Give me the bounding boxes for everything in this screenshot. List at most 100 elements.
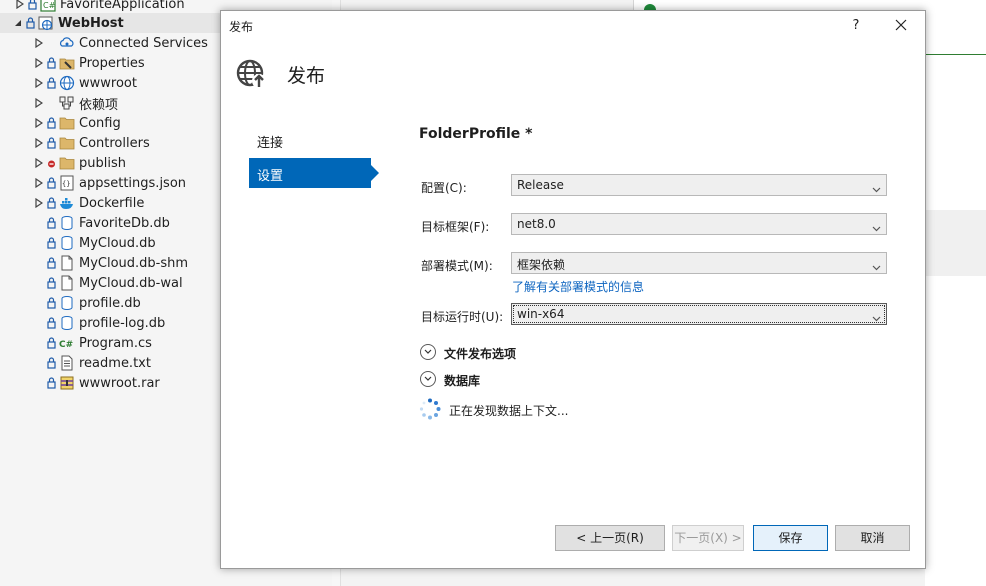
save-button[interactable]: 保存 (753, 525, 828, 551)
framework-label: 目标框架(F): (421, 220, 490, 234)
lock-icon (47, 197, 56, 209)
previous-button[interactable]: < 上一页(R) (555, 525, 665, 551)
file-publish-options-expander[interactable]: 文件发布选项 (420, 343, 660, 363)
expand-arrow-icon[interactable] (16, 0, 24, 9)
file-icon (59, 275, 75, 291)
deploy-mode-learn-more-link[interactable]: 了解有关部署模式的信息 (512, 278, 644, 295)
help-button[interactable]: ? (844, 14, 868, 38)
nav-item-settings[interactable]: 设置 (249, 158, 379, 188)
expand-arrow-icon[interactable] (35, 38, 43, 48)
csharp-file-icon: C# (59, 335, 75, 351)
cancel-button[interactable]: 取消 (835, 525, 910, 551)
archive-icon (59, 375, 75, 391)
tree-item-label: Connected Services (79, 35, 208, 51)
csharp-project-icon: C# (40, 0, 56, 12)
lock-icon (47, 137, 56, 149)
expand-arrow-icon[interactable] (35, 158, 43, 168)
tree-item-label: publish (79, 155, 126, 171)
svg-text:{}: {} (62, 180, 70, 188)
chevron-down-icon (872, 260, 881, 275)
tree-item-label: MyCloud.db (79, 235, 156, 251)
deploy-mode-label: 部署模式(M): (421, 259, 493, 273)
file-icon (59, 255, 75, 271)
dialog-header-title: 发布 (287, 65, 326, 87)
folder-icon (59, 155, 75, 171)
json-file-icon: {} (59, 175, 75, 191)
tree-item-label: WebHost (58, 15, 124, 31)
chevron-down-icon (872, 182, 881, 197)
folder-icon (59, 115, 75, 131)
tree-item-label: MyCloud.db-wal (79, 275, 183, 291)
expand-arrow-icon[interactable] (35, 78, 43, 88)
tree-item-label: 依赖项 (79, 97, 119, 113)
expand-arrow-icon[interactable] (35, 178, 43, 188)
publish-dialog: 发布 ? 发布 连接 设置 FolderProfile * 配置(C): Rel… (220, 10, 926, 569)
tree-item-label: wwwroot.rar (79, 375, 160, 391)
tree-item-label: Program.cs (79, 335, 152, 351)
expander-label: 数据库 (444, 374, 481, 388)
database-expander[interactable]: 数据库 (420, 370, 660, 390)
lock-icon (26, 17, 35, 29)
dialog-title: 发布 (229, 20, 254, 34)
tree-item-label: profile-log.db (79, 315, 166, 331)
tree-item-label: MyCloud.db-shm (79, 255, 189, 271)
lock-icon (47, 217, 56, 229)
svg-text:C#: C# (43, 1, 56, 10)
close-button[interactable] (889, 14, 913, 38)
framework-select[interactable]: net8.0 (511, 213, 887, 235)
collapse-arrow-icon[interactable] (14, 18, 22, 28)
runtime-label: 目标运行时(U): (421, 310, 504, 324)
docker-icon (59, 195, 75, 211)
tree-item-label: FavoriteApplication (60, 0, 185, 12)
excluded-icon (47, 157, 56, 169)
expand-arrow-icon[interactable] (35, 138, 43, 148)
tree-item-label: FavoriteDb.db (79, 215, 170, 231)
expand-chevron-icon (420, 344, 436, 360)
expand-arrow-icon[interactable] (35, 198, 43, 208)
web-project-icon (38, 15, 54, 31)
background-panel (925, 0, 986, 586)
lock-icon (47, 357, 56, 369)
runtime-select[interactable]: win-x64 (511, 303, 887, 325)
deploy-mode-select[interactable]: 框架依赖 (511, 252, 887, 274)
expand-arrow-icon[interactable] (35, 118, 43, 128)
deploy-mode-value: 框架依赖 (517, 258, 566, 272)
lock-icon (47, 57, 56, 69)
loading-spinner-icon (419, 398, 441, 420)
lock-icon (47, 337, 56, 349)
expand-arrow-icon[interactable] (35, 58, 43, 68)
config-label: 配置(C): (421, 181, 467, 195)
svg-text:C#: C# (59, 340, 73, 350)
runtime-value: win-x64 (517, 307, 565, 321)
lock-icon (47, 377, 56, 389)
publish-globe-icon (235, 56, 269, 90)
close-icon (895, 19, 907, 31)
database-file-icon (59, 295, 75, 311)
discovering-data-context-text: 正在发现数据上下文... (449, 404, 569, 418)
expand-arrow-icon[interactable] (35, 98, 43, 108)
dependencies-icon (59, 95, 75, 111)
tree-item-label: profile.db (79, 295, 141, 311)
tree-item-label: appsettings.json (79, 175, 187, 191)
lock-icon (47, 317, 56, 329)
lock-icon (47, 237, 56, 249)
tree-item-label: Properties (79, 55, 145, 71)
tree-item-label: Controllers (79, 135, 150, 151)
nav-item-label: 设置 (257, 169, 284, 184)
nav-item-connect[interactable]: 连接 (249, 131, 387, 157)
background-panel-section (925, 210, 986, 276)
tree-item-label: readme.txt (79, 355, 151, 371)
framework-value: net8.0 (517, 217, 556, 231)
lock-icon (28, 0, 37, 10)
config-select[interactable]: Release (511, 174, 887, 196)
globe-icon (59, 75, 75, 91)
tree-item-label: Config (79, 115, 121, 131)
tree-item-label: Dockerfile (79, 195, 145, 211)
lock-icon (47, 297, 56, 309)
chevron-down-icon (872, 221, 881, 236)
lock-icon (47, 277, 56, 289)
properties-icon (59, 55, 75, 71)
lock-icon (47, 257, 56, 269)
database-file-icon (59, 315, 75, 331)
next-button[interactable]: 下一页(X) > (672, 525, 744, 551)
